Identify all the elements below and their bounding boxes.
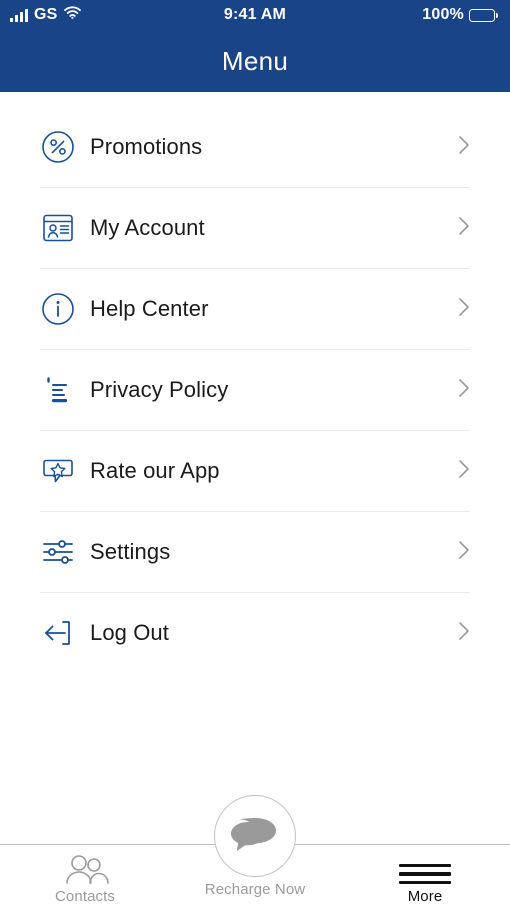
recharge-now-button[interactable]: Recharge Now <box>185 795 325 898</box>
chevron-right-icon <box>458 135 470 160</box>
chevron-right-icon <box>458 378 470 403</box>
menu-item-promotions[interactable]: Promotions <box>0 107 510 187</box>
menu-item-label: Help Center <box>90 296 209 321</box>
tab-more[interactable]: More <box>340 852 510 905</box>
signal-bars-icon <box>10 8 28 22</box>
logout-arrow-icon <box>40 615 76 651</box>
carrier-label: GS <box>34 6 58 23</box>
chevron-right-icon <box>458 540 470 565</box>
status-bar-right: 100% <box>422 7 498 23</box>
page-title: Menu <box>221 45 289 76</box>
menu-item-label: My Account <box>90 215 205 240</box>
star-speech-bubble-icon <box>40 453 76 489</box>
chevron-right-icon <box>458 459 470 484</box>
menu-item-label: Promotions <box>90 134 203 159</box>
tab-label: Contacts <box>55 888 115 905</box>
menu-item-help-center[interactable]: Help Center <box>0 269 510 349</box>
battery-percent-label: 100% <box>422 6 464 23</box>
app-header: Menu <box>0 30 510 92</box>
menu-item-label: Settings <box>90 539 171 564</box>
chevron-right-icon <box>458 297 470 322</box>
menu-item-privacy-policy[interactable]: Privacy Policy <box>0 350 510 430</box>
menu-item-label: Log Out <box>90 620 169 645</box>
menu-item-my-account[interactable]: My Account <box>0 188 510 268</box>
tab-contacts[interactable]: Contacts <box>0 852 170 905</box>
menu-item-log-out[interactable]: Log Out <box>0 593 510 673</box>
wifi-icon <box>63 6 81 24</box>
tab-label: More <box>407 888 443 905</box>
menu-item-rate-our-app[interactable]: Rate our App <box>0 431 510 511</box>
percent-circle-icon <box>40 129 76 165</box>
id-card-icon <box>40 210 76 246</box>
sliders-icon <box>40 534 76 570</box>
menu-item-label: Privacy Policy <box>90 377 229 402</box>
chevron-right-icon <box>458 216 470 241</box>
battery-full-icon <box>469 8 498 22</box>
bottom-tab-bar: Contacts More Recharge Now <box>0 795 510 916</box>
recharge-now-label: Recharge Now <box>204 881 306 898</box>
status-bar-left: GS <box>10 6 81 24</box>
speech-bubbles-icon <box>214 795 296 877</box>
two-people-icon <box>61 852 109 884</box>
menu-list: Promotions My Account Help Center Privac… <box>0 92 510 673</box>
document-lines-icon <box>40 372 76 408</box>
chevron-right-icon <box>458 621 470 646</box>
hamburger-menu-icon <box>399 852 451 884</box>
info-circle-icon <box>40 291 76 327</box>
menu-item-settings[interactable]: Settings <box>0 512 510 592</box>
status-bar: GS 9:41 AM 100% <box>0 0 510 30</box>
menu-item-label: Rate our App <box>90 458 220 483</box>
